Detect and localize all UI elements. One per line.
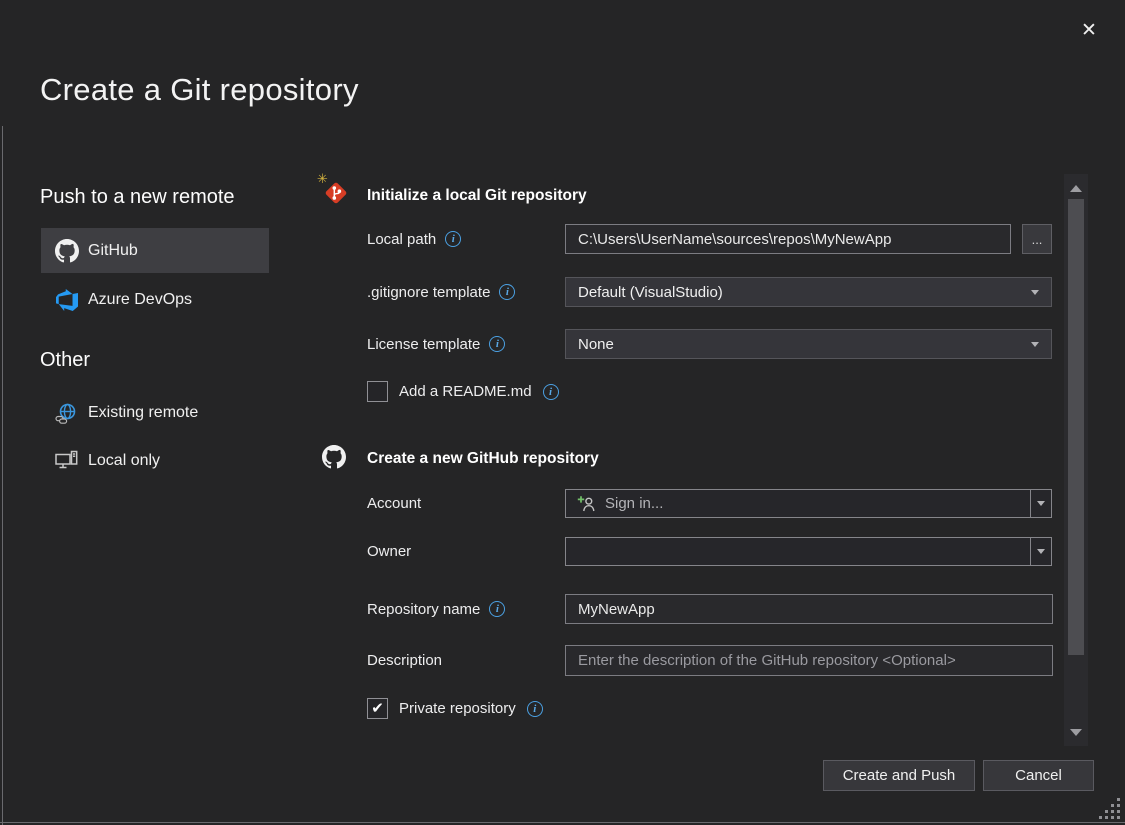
repository-name-label: Repository name — [367, 594, 505, 624]
readme-label: Add a README.md — [399, 383, 532, 400]
github-icon — [55, 239, 79, 263]
owner-combobox[interactable] — [565, 537, 1052, 566]
sidebar-item-github[interactable]: GitHub — [41, 228, 269, 273]
monitor-icon — [55, 449, 79, 473]
other-heading: Other — [40, 349, 90, 372]
account-combobox[interactable]: Sign in... — [565, 489, 1052, 518]
triangle-down-icon — [1070, 729, 1082, 736]
init-section-heading: Initialize a local Git repository — [367, 187, 587, 205]
license-selected-value: None — [578, 336, 1031, 353]
local-path-label: Local path — [367, 224, 461, 254]
description-label: Description — [367, 645, 442, 676]
new-git-repo-icon: ✳ — [320, 177, 348, 205]
close-button[interactable]: ✕ — [1074, 15, 1104, 45]
add-user-icon — [576, 495, 597, 512]
page-title: Create a Git repository — [40, 72, 359, 108]
readme-checkbox-row: ✔ Add a README.md — [367, 381, 559, 402]
chevron-down-icon — [1037, 501, 1045, 506]
scrollbar[interactable] — [1064, 174, 1088, 746]
scroll-up-button[interactable] — [1064, 180, 1088, 196]
chevron-down-icon — [1037, 549, 1045, 554]
account-value: Sign in... — [605, 495, 1030, 512]
chevron-down-icon — [1031, 342, 1039, 347]
sidebar-item-label: GitHub — [88, 242, 138, 260]
info-icon[interactable] — [445, 231, 461, 247]
sidebar-item-local-only[interactable]: Local only — [41, 444, 269, 478]
gitignore-template-dropdown[interactable]: Default (VisualStudio) — [565, 277, 1052, 307]
create-git-repo-dialog: ✕ Create a Git repository Push to a new … — [0, 0, 1125, 825]
scrollbar-thumb[interactable] — [1068, 199, 1084, 655]
sidebar-item-existing-remote[interactable]: Existing remote — [41, 396, 269, 430]
create-and-push-button[interactable]: Create and Push — [823, 760, 975, 791]
github-icon — [322, 445, 346, 469]
description-input[interactable] — [565, 645, 1053, 676]
azure-devops-icon — [55, 288, 79, 312]
info-icon[interactable] — [489, 336, 505, 352]
globe-remote-icon — [55, 401, 79, 425]
resize-grip[interactable] — [1098, 797, 1122, 821]
repository-name-input[interactable] — [565, 594, 1053, 624]
private-repo-label: Private repository — [399, 700, 516, 717]
gitignore-selected-value: Default (VisualStudio) — [578, 284, 1031, 301]
account-label: Account — [367, 489, 421, 518]
sidebar-item-azure-devops[interactable]: Azure DevOps — [41, 283, 269, 317]
checkmark-icon: ✔ — [371, 701, 384, 716]
sidebar-item-label: Existing remote — [88, 404, 198, 422]
info-icon[interactable] — [489, 601, 505, 617]
sidebar-item-label: Azure DevOps — [88, 291, 192, 309]
license-template-label: License template — [367, 329, 505, 359]
sidebar-item-label: Local only — [88, 452, 160, 470]
account-dropdown-button[interactable] — [1030, 490, 1051, 517]
owner-label: Owner — [367, 537, 411, 566]
triangle-up-icon — [1070, 185, 1082, 192]
push-remote-heading: Push to a new remote — [40, 186, 235, 209]
readme-checkbox[interactable]: ✔ — [367, 381, 388, 402]
chevron-down-icon — [1031, 290, 1039, 295]
private-repo-checkbox[interactable]: ✔ — [367, 698, 388, 719]
scroll-down-button[interactable] — [1064, 724, 1088, 740]
cancel-button[interactable]: Cancel — [983, 760, 1094, 791]
license-template-dropdown[interactable]: None — [565, 329, 1052, 359]
local-path-input[interactable] — [565, 224, 1011, 254]
info-icon[interactable] — [543, 384, 559, 400]
info-icon[interactable] — [499, 284, 515, 300]
info-icon[interactable] — [527, 701, 543, 717]
dialog-border-bottom — [0, 822, 1125, 823]
close-icon: ✕ — [1081, 19, 1097, 42]
browse-button[interactable]: ... — [1022, 224, 1052, 254]
dialog-border-left — [2, 126, 3, 825]
owner-dropdown-button[interactable] — [1030, 538, 1051, 565]
private-repo-checkbox-row: ✔ Private repository — [367, 698, 543, 719]
gitignore-template-label: .gitignore template — [367, 277, 515, 307]
github-section-heading: Create a new GitHub repository — [367, 450, 599, 468]
git-branch-glyph — [327, 184, 345, 202]
